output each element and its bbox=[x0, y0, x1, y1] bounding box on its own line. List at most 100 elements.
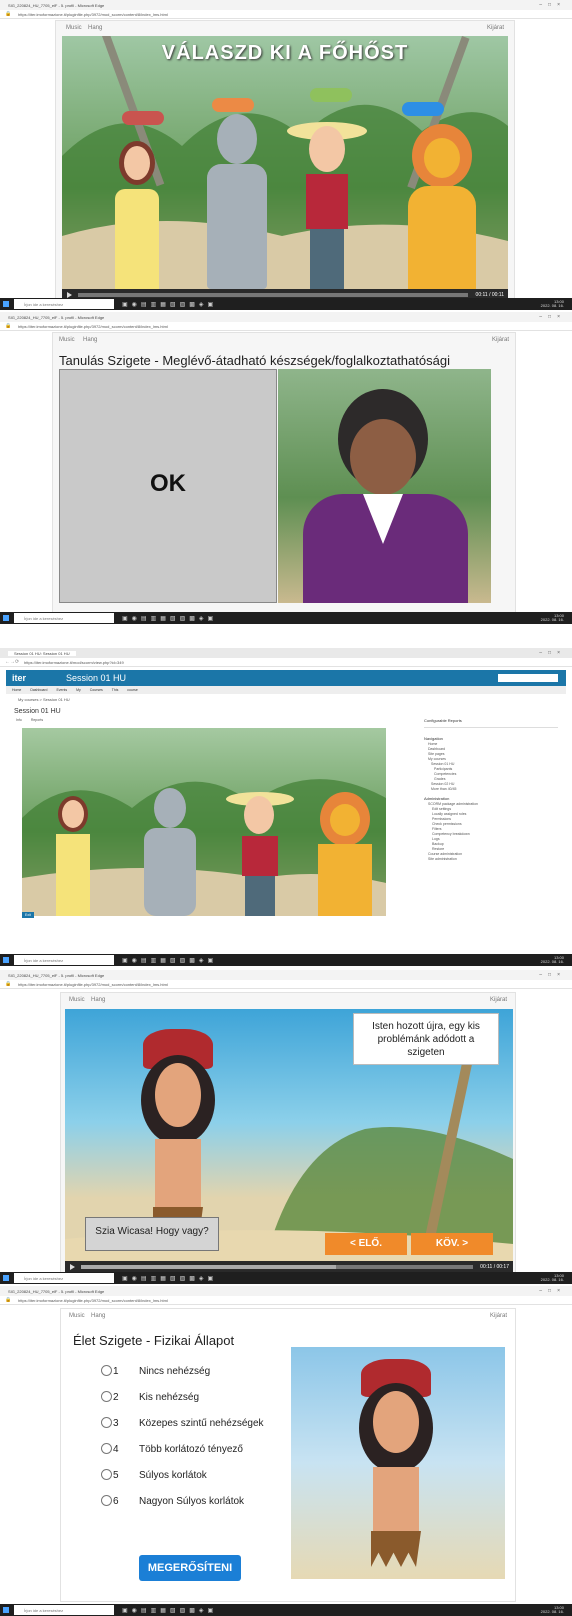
music-menu[interactable]: Music bbox=[59, 337, 75, 343]
option-label[interactable]: Közepes szintű nehézségek bbox=[139, 1418, 264, 1429]
window-controls[interactable]: –□× bbox=[539, 314, 566, 320]
time-display: 00:11 / 00:17 bbox=[480, 1264, 509, 1270]
taskbar: Írjon ide a kereséshez ▣◉▤▥▦▧▨▩◈▣ 13:00 2… bbox=[0, 954, 572, 966]
hero-pick-green[interactable] bbox=[310, 88, 352, 102]
mentor-panel bbox=[278, 369, 491, 603]
back-icon[interactable]: ←→⟳ bbox=[5, 659, 19, 665]
hero-pick-red[interactable] bbox=[122, 111, 164, 125]
windows-icon[interactable] bbox=[3, 957, 9, 963]
hero-woman[interactable] bbox=[107, 141, 167, 289]
hero-lion[interactable] bbox=[402, 124, 482, 289]
window-controls[interactable]: –□× bbox=[539, 650, 566, 656]
hero-stone-man[interactable] bbox=[202, 114, 272, 289]
block-reports[interactable]: Configurable Reports bbox=[424, 718, 558, 728]
radio-button[interactable] bbox=[101, 1469, 112, 1480]
taskbar-apps[interactable]: ▣◉▤▥▦▧▨▩◈▣ bbox=[122, 615, 217, 622]
screenshot-3: Session 01 HU: Session 01 HU –□× ←→⟳ https… bbox=[0, 648, 572, 968]
hero-farmer bbox=[226, 786, 294, 916]
progress-track[interactable] bbox=[81, 1265, 473, 1269]
option-number: 2 bbox=[113, 1392, 119, 1403]
window-titlebar: SIG_220824_HU_7705_elF - 5. profil - Mic… bbox=[0, 1286, 572, 1296]
nav-tree-item[interactable]: More than 40/45 bbox=[428, 787, 558, 792]
option-label[interactable]: Kis nehézség bbox=[139, 1392, 199, 1403]
radio-button[interactable] bbox=[101, 1417, 112, 1428]
taskbar-apps[interactable]: ▣◉▤▥▦▧▨▩◈▣ bbox=[122, 301, 217, 308]
sound-menu[interactable]: Hang bbox=[91, 1313, 105, 1319]
speech-bubble-bottom: Szia Wicasa! Hogy vagy? bbox=[85, 1217, 219, 1251]
site-logo[interactable]: iter bbox=[12, 673, 26, 683]
radio-button[interactable] bbox=[101, 1365, 112, 1376]
url-text: https://iter.imoformazione.it/pluginfile… bbox=[18, 982, 168, 987]
progress-track[interactable] bbox=[78, 293, 468, 297]
nav-home[interactable]: Home bbox=[12, 688, 21, 692]
prev-button[interactable]: < ELŐ. bbox=[325, 1233, 407, 1255]
taskbar-search[interactable]: Írjon ide a kereséshez bbox=[14, 299, 114, 309]
scorm-frame: Music Hang Kijárat Tanulás Szigete - Meg… bbox=[52, 332, 516, 614]
hero-woman bbox=[50, 796, 96, 916]
nav-this-course[interactable]: This course bbox=[112, 688, 138, 692]
url-text: https://iter.imoformazione.it/pluginfile… bbox=[18, 12, 168, 17]
nav-my-courses[interactable]: My Courses bbox=[76, 688, 103, 692]
tab-info[interactable]: Info bbox=[16, 718, 22, 722]
taskbar-search[interactable]: Írjon ide a kereséshez bbox=[14, 1273, 114, 1283]
radio-button[interactable] bbox=[101, 1495, 112, 1506]
window-controls[interactable]: –□× bbox=[539, 2, 566, 8]
breadcrumb[interactable]: My courses > Session 01 HU bbox=[18, 697, 70, 702]
exit-link[interactable]: Kijárat bbox=[490, 997, 507, 1003]
pause-icon[interactable] bbox=[70, 1264, 75, 1270]
sound-menu[interactable]: Hang bbox=[91, 997, 105, 1003]
sound-menu[interactable]: Hang bbox=[88, 25, 102, 31]
tab-reports[interactable]: Reports bbox=[31, 718, 43, 722]
nav-tree: Home Dashboard Site pages My courses Ses… bbox=[424, 742, 558, 792]
browser-tabstrip: Session 01 HU: Session 01 HU –□× bbox=[0, 648, 572, 658]
exit-link[interactable]: Kijárat bbox=[492, 337, 509, 343]
music-menu[interactable]: Music bbox=[69, 997, 85, 1003]
option-label[interactable]: Súlyos korlátok bbox=[139, 1470, 207, 1481]
address-bar[interactable]: ←→⟳ https://iter.imoformazione.it/mod/sco… bbox=[0, 658, 572, 667]
nav-events[interactable]: Events bbox=[56, 688, 67, 692]
option-label[interactable]: Több korlátozó tényező bbox=[139, 1444, 243, 1455]
admin-item[interactable]: Site administration bbox=[428, 857, 558, 862]
taskbar-apps[interactable]: ▣◉▤▥▦▧▨▩◈▣ bbox=[122, 1275, 217, 1282]
taskbar-search[interactable]: Írjon ide a kereséshez bbox=[14, 955, 114, 965]
lock-icon: 🔒 bbox=[5, 323, 12, 329]
sound-menu[interactable]: Hang bbox=[83, 337, 97, 343]
next-button[interactable]: KÖV. > bbox=[411, 1233, 493, 1255]
taskbar-search[interactable]: Írjon ide a kereséshez bbox=[14, 1605, 114, 1615]
address-bar[interactable]: 🔒 https://iter.imoformazione.it/pluginfil… bbox=[0, 322, 572, 331]
screenshot-4: SIG_220824_HU_7705_elF - 5. profil - Mic… bbox=[0, 970, 572, 1284]
url-text: https://iter.imoformazione.it/pluginfile… bbox=[18, 324, 168, 329]
exit-activity-button[interactable]: Exit bbox=[22, 912, 34, 918]
browser-tab[interactable]: Session 01 HU: Session 01 HU bbox=[8, 651, 76, 656]
exit-link[interactable]: Kijárat bbox=[487, 25, 504, 31]
windows-icon[interactable] bbox=[3, 1607, 9, 1613]
scorm-frame: Music Hang Kijárat VÁLASZD KI A FŐHŐST 0… bbox=[55, 20, 515, 302]
progress-fill bbox=[81, 1265, 336, 1269]
taskbar-apps[interactable]: ▣◉▤▥▦▧▨▩◈▣ bbox=[122, 1607, 217, 1614]
window-title: SIG_220824_HU_7705_elF - 5. profil - Mic… bbox=[8, 1289, 105, 1294]
header-search[interactable] bbox=[498, 674, 558, 682]
address-bar[interactable]: 🔒 https://iter.imoformazione.it/pluginfil… bbox=[0, 980, 572, 989]
hero-pick-orange[interactable] bbox=[212, 98, 254, 112]
music-menu[interactable]: Music bbox=[69, 1313, 85, 1319]
windows-icon[interactable] bbox=[3, 615, 9, 621]
music-menu[interactable]: Music bbox=[66, 25, 82, 31]
taskbar-search[interactable]: Írjon ide a kereséshez bbox=[14, 613, 114, 623]
nav-dashboard[interactable]: Dashboard bbox=[30, 688, 47, 692]
hero-pick-blue[interactable] bbox=[402, 102, 444, 116]
windows-icon[interactable] bbox=[3, 1275, 9, 1281]
address-bar[interactable]: 🔒 https://iter.imoformazione.it/pluginfil… bbox=[0, 10, 572, 19]
taskbar-apps[interactable]: ▣◉▤▥▦▧▨▩◈▣ bbox=[122, 957, 217, 964]
windows-icon[interactable] bbox=[3, 301, 9, 307]
ok-panel[interactable]: OK bbox=[59, 369, 277, 603]
hero-farmer[interactable] bbox=[287, 114, 367, 289]
radio-button[interactable] bbox=[101, 1391, 112, 1402]
option-label[interactable]: Nincs nehézség bbox=[139, 1366, 210, 1377]
window-controls[interactable]: –□× bbox=[539, 1288, 566, 1294]
window-controls[interactable]: –□× bbox=[539, 972, 566, 978]
radio-button[interactable] bbox=[101, 1443, 112, 1454]
option-label[interactable]: Nagyon Súlyos korlátok bbox=[139, 1496, 244, 1507]
confirm-button[interactable]: MEGERŐSÍTENI bbox=[139, 1555, 241, 1581]
exit-link[interactable]: Kijárat bbox=[490, 1313, 507, 1319]
address-bar[interactable]: 🔒 https://iter.imoformazione.it/pluginfil… bbox=[0, 1296, 572, 1305]
